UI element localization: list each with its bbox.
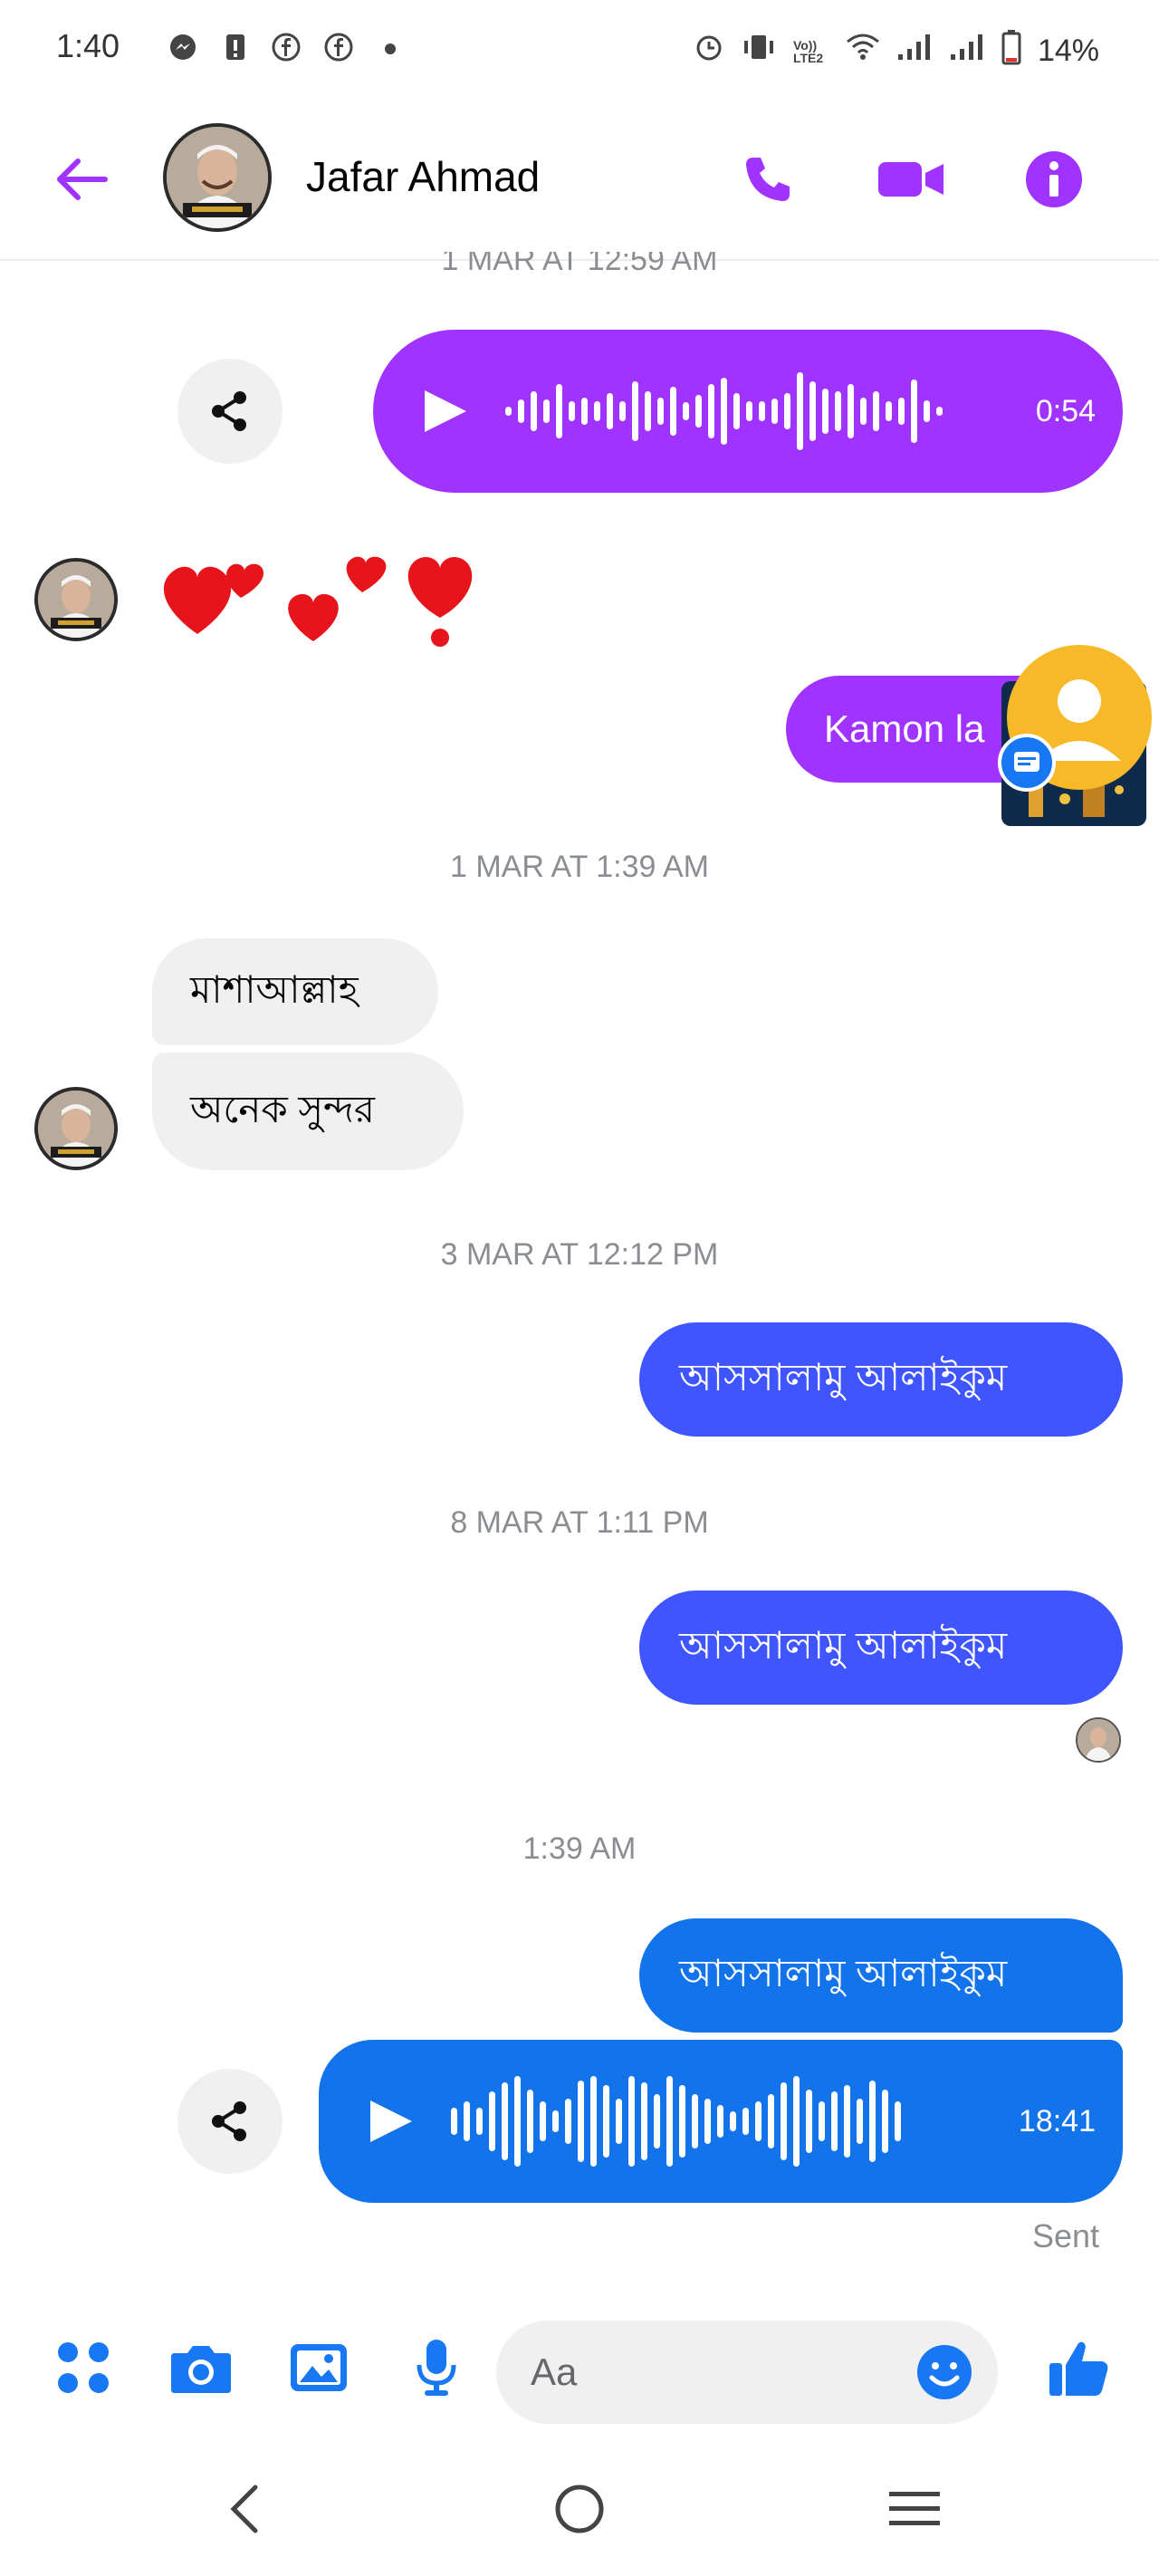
- timestamp: 1 MAR AT 1:39 AM: [450, 850, 709, 884]
- message-bubble-incoming[interactable]: অনেক সুন্দর: [152, 1053, 464, 1170]
- play-icon: [425, 390, 466, 432]
- wifi-icon: [846, 33, 880, 70]
- nav-recents-icon: [889, 2492, 940, 2525]
- thumbs-up-icon: [1049, 2341, 1108, 2396]
- dot-icon: [385, 43, 396, 54]
- voice-duration: 18:41: [1018, 2103, 1096, 2139]
- message-status: Sent: [1031, 2217, 1099, 2254]
- contact-avatar[interactable]: [163, 123, 272, 232]
- voice-waveform: [505, 366, 943, 457]
- status-bar: 1:40 Vo)) LTE2 14%: [0, 0, 1159, 98]
- microphone-icon: [417, 2340, 456, 2396]
- back-button[interactable]: [45, 143, 118, 216]
- share-button[interactable]: [177, 359, 283, 464]
- messenger-icon: [168, 33, 197, 62]
- play-button[interactable]: [366, 2096, 417, 2147]
- alarm-icon: [694, 32, 724, 71]
- notification-icon: [221, 33, 250, 62]
- contact-avatar-small[interactable]: [34, 1087, 118, 1170]
- battery-icon: [1001, 29, 1021, 73]
- more-actions-button[interactable]: [47, 2331, 120, 2404]
- status-right: Vo)) LTE2 14%: [694, 29, 1099, 73]
- message-bubble-outgoing[interactable]: আসসালামু আলাইকুম: [639, 1918, 1123, 2033]
- message-bubble-outgoing[interactable]: আসসালামু আলাইকুম: [639, 1591, 1123, 1705]
- gallery-button[interactable]: [283, 2331, 355, 2404]
- seen-avatar: [1076, 1717, 1121, 1763]
- like-button[interactable]: [1043, 2331, 1116, 2404]
- menu-dots-icon: [58, 2342, 109, 2393]
- hearts-emoji-message[interactable]: [152, 525, 496, 652]
- info-button[interactable]: [1018, 143, 1090, 216]
- contact-avatar-small[interactable]: [34, 558, 118, 641]
- nav-back-icon: [230, 2485, 258, 2533]
- chat-header: Jafar Ahmad: [0, 98, 1159, 261]
- timestamp: 1:39 AM: [522, 1831, 637, 1866]
- video-call-button[interactable]: [875, 143, 947, 216]
- timestamp-cut: 1 MAR AT 12:59 AM: [441, 252, 718, 274]
- message-bubble-incoming[interactable]: মাশাআল্লাহ: [152, 938, 438, 1045]
- voice-waveform: [451, 2076, 901, 2167]
- share-icon: [212, 2101, 246, 2141]
- composer-bar: [0, 2312, 1159, 2429]
- emoji-icon: [917, 2345, 972, 2399]
- play-button[interactable]: [420, 386, 471, 437]
- play-icon: [370, 2100, 412, 2142]
- video-camera-icon: [878, 162, 943, 197]
- nav-recents-button[interactable]: [869, 2464, 960, 2554]
- timestamp: 8 MAR AT 1:11 PM: [450, 1505, 709, 1540]
- back-arrow-icon: [57, 159, 108, 200]
- contact-name[interactable]: Jafar Ahmad: [306, 152, 540, 201]
- info-icon: [1026, 151, 1082, 207]
- camera-button[interactable]: [165, 2331, 237, 2404]
- nav-home-icon: [555, 2485, 604, 2533]
- battery-level: 14%: [1037, 34, 1099, 68]
- message-bubble-outgoing[interactable]: আসসালামু আলাইকুম: [639, 1322, 1123, 1437]
- nav-home-button[interactable]: [534, 2464, 625, 2554]
- gallery-icon: [291, 2344, 347, 2391]
- voice-message[interactable]: 0:54: [373, 330, 1123, 493]
- nav-back-button[interactable]: [199, 2464, 290, 2554]
- status-time: 1:40: [56, 27, 120, 64]
- vibrate-icon: [741, 34, 777, 69]
- share-button[interactable]: [177, 2069, 283, 2174]
- emoji-button[interactable]: [913, 2341, 976, 2404]
- voice-message[interactable]: 18:41: [319, 2040, 1123, 2203]
- signal-icon: [949, 33, 985, 70]
- share-icon: [212, 391, 246, 431]
- voice-record-button[interactable]: [400, 2331, 473, 2404]
- voice-duration: 0:54: [1035, 393, 1096, 428]
- timestamp: 3 MAR AT 12:12 PM: [440, 1237, 719, 1272]
- signal-icon: [896, 33, 933, 70]
- audio-call-button[interactable]: [732, 143, 804, 216]
- chat-head-bubble[interactable]: [992, 645, 1152, 826]
- system-nav-bar: [0, 2437, 1159, 2576]
- facebook-icon: [272, 33, 301, 62]
- camera-icon: [171, 2346, 231, 2393]
- volte-icon: Vo)) LTE2: [792, 37, 824, 65]
- phone-icon: [746, 158, 790, 201]
- facebook-icon: [324, 33, 353, 62]
